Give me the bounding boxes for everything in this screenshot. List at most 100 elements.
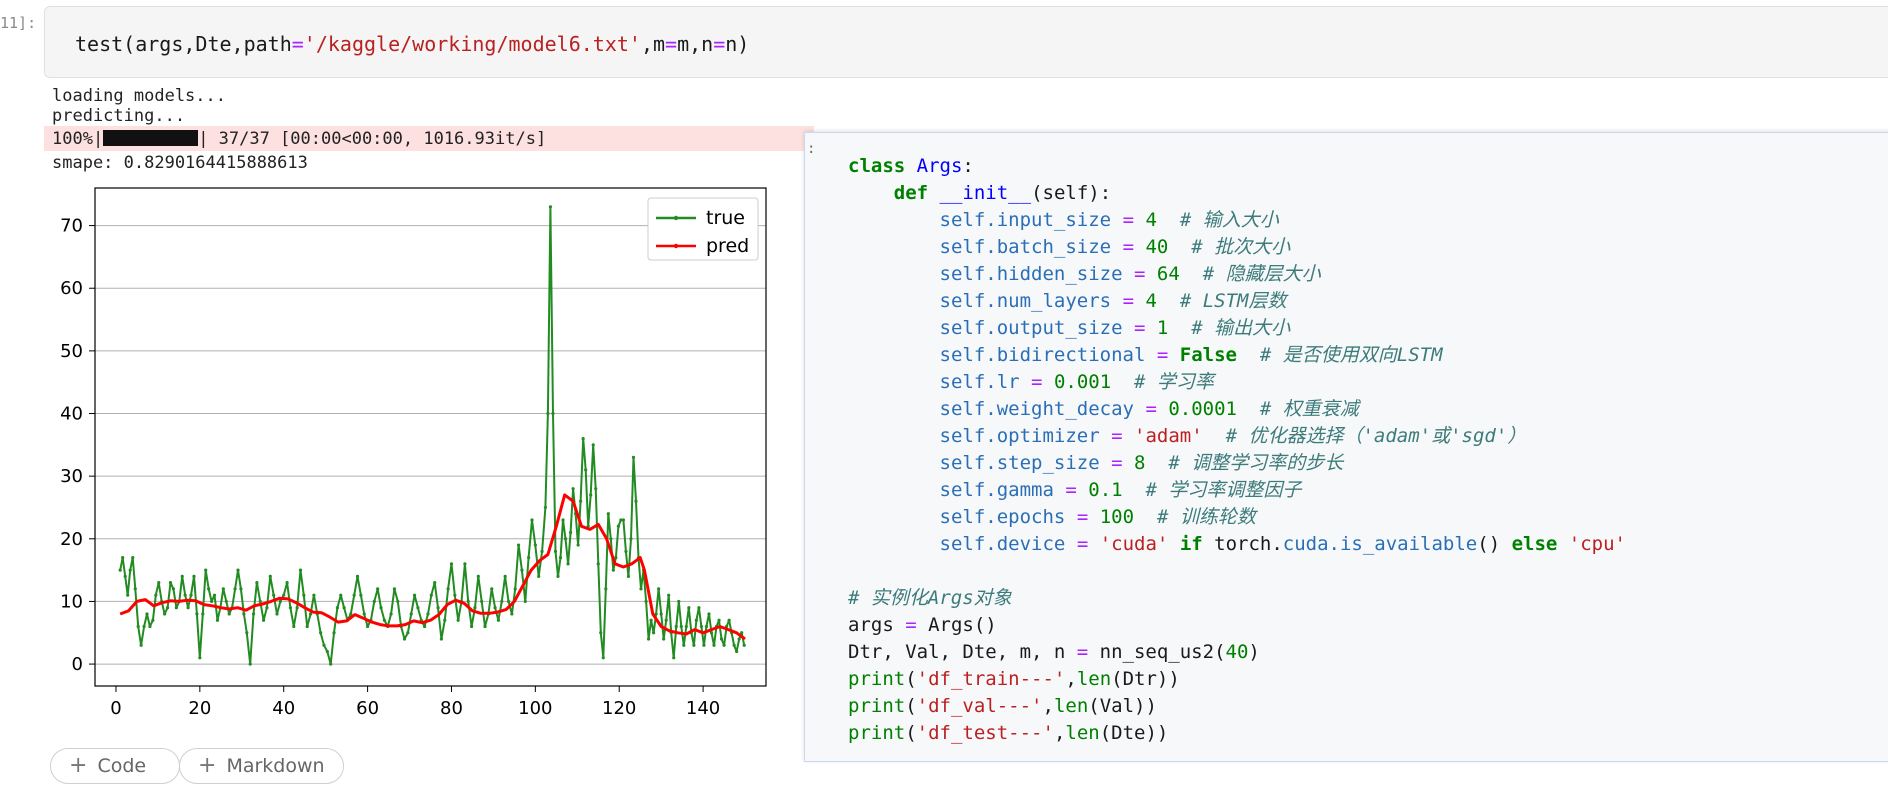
data-point (379, 606, 383, 610)
data-point (339, 593, 343, 597)
data-point (530, 518, 534, 522)
data-point (677, 599, 681, 604)
data-point (513, 587, 517, 591)
code-token: 'df_test---' (916, 722, 1054, 744)
x-tick-label: 120 (602, 698, 636, 718)
data-point (584, 468, 588, 472)
data-point (302, 593, 306, 597)
code-token: () (1477, 533, 1512, 555)
code-cell-input[interactable]: test(args,Dte,path='/kaggle/working/mode… (44, 6, 1888, 78)
data-point (579, 499, 583, 503)
data-point (707, 612, 711, 616)
code-token: , (1053, 722, 1066, 744)
data-point (591, 443, 595, 447)
plus-icon: + (198, 753, 217, 778)
code-cell-source[interactable]: test(args,Dte,path='/kaggle/working/mode… (75, 32, 749, 56)
data-point (233, 587, 237, 591)
data-point (697, 606, 701, 610)
data-point (682, 643, 686, 647)
code-preview-panel[interactable]: : class Args: def __init__(self): self.i… (804, 132, 1888, 762)
progress-status: | 37/37 [00:00<00:00, 1016.93it/s] (198, 129, 547, 149)
data-point (128, 568, 132, 572)
data-point (242, 612, 246, 616)
data-point (649, 618, 653, 622)
code-token: ( (905, 695, 917, 717)
data-point (282, 593, 286, 597)
data-point (423, 624, 427, 629)
data-point (142, 624, 146, 629)
data-point (433, 581, 437, 585)
data-point (288, 606, 293, 610)
data-point (392, 587, 397, 591)
code-token: (args,Dte,path (123, 32, 292, 56)
code-token: # LSTM层数 (1179, 290, 1287, 312)
data-point (621, 518, 626, 522)
data-point (212, 593, 217, 597)
data-point (626, 574, 631, 578)
data-point (523, 599, 527, 604)
y-tick-label: 70 (60, 216, 83, 237)
data-point (516, 543, 521, 547)
code-token: = (1111, 452, 1123, 474)
code-token: 4 (1145, 209, 1157, 231)
code-line: self.num_layers = 4 # LSTM层数 (848, 288, 1626, 315)
code-token: self.bidirectional (939, 344, 1146, 366)
code-token: len (1076, 668, 1112, 690)
y-tick-label: 40 (60, 404, 83, 425)
add-markdown-label: Markdown (226, 755, 325, 777)
code-token: 'df_val---' (916, 695, 1043, 717)
code-token: torch. (1202, 533, 1283, 555)
code-token: = (905, 614, 917, 636)
code-token: 0.1 (1088, 479, 1123, 501)
data-point (118, 568, 122, 572)
data-point (463, 562, 467, 566)
code-token: cuda.is_available (1282, 533, 1478, 555)
data-point (520, 568, 524, 572)
data-point (189, 593, 193, 597)
add-code-cell-button[interactable]: + Code (50, 748, 180, 784)
data-point (272, 593, 276, 597)
data-point (506, 599, 511, 604)
plus-icon: + (69, 753, 88, 778)
code-token: # 权重衰减 (1259, 398, 1359, 420)
plot-area (95, 188, 766, 686)
code-token: Args() (916, 614, 997, 636)
code-token: class (848, 155, 906, 177)
data-point (634, 499, 638, 503)
data-point (510, 612, 514, 616)
code-token: 40 (1225, 641, 1249, 663)
data-point (255, 581, 259, 585)
data-point (204, 568, 208, 572)
code-token: # 批次大小 (1191, 236, 1291, 258)
data-point (268, 574, 272, 578)
cell-prompt: 11]: (0, 14, 37, 32)
data-point (239, 587, 243, 591)
data-point (292, 624, 296, 629)
code-line: self.batch_size = 40 # 批次大小 (848, 234, 1626, 261)
data-point (412, 593, 417, 597)
add-markdown-cell-button[interactable]: + Markdown (179, 748, 344, 784)
code-line: self.weight_decay = 0.0001 # 权重衰减 (848, 396, 1626, 423)
data-point (163, 612, 167, 616)
code-token: # 隐藏层大小 (1202, 263, 1321, 285)
panel-prompt: : (807, 141, 816, 157)
data-point (664, 618, 668, 622)
data-point (157, 581, 161, 585)
data-point (503, 574, 507, 578)
data-point (727, 618, 731, 622)
code-token: # 调整学习率的步长 (1168, 452, 1344, 474)
code-listing[interactable]: class Args: def __init__(self): self.inp… (848, 153, 1626, 747)
